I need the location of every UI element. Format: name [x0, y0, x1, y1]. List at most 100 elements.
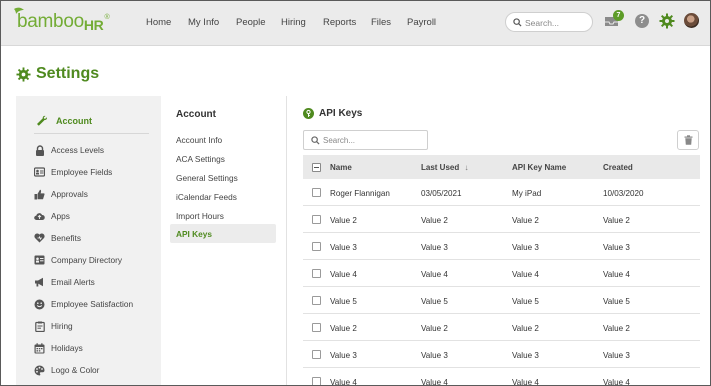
sidebar-item-account[interactable]: Account [36, 111, 148, 131]
nav-hiring[interactable]: Hiring [281, 17, 306, 28]
table-row[interactable]: Value 4 Value 4 Value 4 Value 4 [303, 260, 700, 287]
select-all-checkbox[interactable] [312, 163, 321, 172]
nav-reports[interactable]: Reports [323, 17, 356, 28]
row-checkbox[interactable] [312, 269, 321, 278]
user-avatar[interactable] [684, 13, 699, 28]
row-checkbox[interactable] [312, 377, 321, 385]
cell-last-used: Value 5 [421, 297, 448, 306]
cell-api-key-name: My iPad [512, 189, 542, 198]
global-search-box[interactable] [505, 12, 593, 32]
row-checkbox[interactable] [312, 296, 321, 305]
row-checkbox[interactable] [312, 215, 321, 224]
cell-api-key-name: Value 5 [512, 297, 539, 306]
subnav-general-settings[interactable]: General Settings [176, 173, 238, 183]
nav-my-info[interactable]: My Info [188, 17, 219, 28]
nav-files[interactable]: Files [371, 17, 391, 28]
global-search-input[interactable] [525, 16, 589, 29]
api-key-icon [303, 108, 314, 119]
column-header-name[interactable]: Name [330, 163, 352, 172]
trash-icon [684, 135, 692, 145]
sidebar-item-label: Employee Satisfaction [51, 299, 134, 309]
nav-payroll[interactable]: Payroll [407, 17, 436, 28]
column-divider [286, 96, 287, 385]
cell-name: Roger Flannigan [330, 189, 390, 198]
table-row[interactable]: Value 3 Value 3 Value 3 Value 3 [303, 341, 700, 368]
cell-last-used: Value 3 [421, 243, 448, 252]
wrench-icon [37, 115, 47, 126]
row-checkbox[interactable] [312, 242, 321, 251]
cell-last-used: Value 4 [421, 378, 448, 386]
section-title: API Keys [303, 108, 362, 119]
api-keys-search-box[interactable] [303, 130, 428, 150]
cell-last-used: Value 2 [421, 216, 448, 225]
cell-api-key-name: Value 4 [512, 270, 539, 279]
app-window: bamboo HR ® Home My Info People Hiring Rep… [0, 0, 711, 386]
cell-last-used: 03/05/2021 [421, 189, 462, 198]
subnav-heading: Account [176, 109, 216, 120]
sidebar-item-benefits[interactable]: Benefits [34, 231, 81, 245]
clipboard-icon [34, 321, 45, 332]
subnav-aca-settings[interactable]: ACA Settings [176, 154, 225, 164]
employee-fields-icon [34, 167, 45, 178]
delete-button[interactable] [677, 130, 699, 150]
sidebar-item-approvals[interactable]: Approvals [34, 187, 88, 201]
column-header-last-used[interactable]: Last Used ↓ [421, 163, 468, 172]
sidebar-item-employee-fields[interactable]: Employee Fields [34, 165, 112, 179]
subnav-api-keys[interactable]: API Keys [176, 229, 212, 239]
nav-home[interactable]: Home [146, 17, 171, 28]
account-subnav: Account Account Info ACA Settings Genera… [161, 96, 286, 385]
cell-name: Value 2 [330, 324, 357, 333]
cell-name: Value 3 [330, 351, 357, 360]
sidebar-item-holidays[interactable]: Holidays [34, 341, 83, 355]
page-title: Settings [16, 65, 99, 83]
table-row[interactable]: Value 2 Value 2 Value 2 Value 2 [303, 314, 700, 341]
table-row[interactable]: Value 2 Value 2 Value 2 Value 2 [303, 206, 700, 233]
sidebar-item-email-alerts[interactable]: Email Alerts [34, 275, 95, 289]
cell-created: Value 5 [603, 297, 630, 306]
sidebar-item-hiring[interactable]: Hiring [34, 319, 73, 333]
sidebar-item-employee-satisfaction[interactable]: Employee Satisfaction [34, 297, 133, 311]
column-header-last-used-label: Last Used [421, 163, 460, 172]
cell-name: Value 3 [330, 243, 357, 252]
row-checkbox[interactable] [312, 188, 321, 197]
table-row[interactable]: Value 5 Value 5 Value 5 Value 5 [303, 287, 700, 314]
sidebar-item-access-levels[interactable]: Access Levels [34, 143, 104, 157]
sidebar-item-label: Apps [51, 211, 70, 221]
sidebar-item-company-directory[interactable]: Company Directory [34, 253, 122, 267]
subnav-import-hours[interactable]: Import Hours [176, 211, 224, 221]
cell-api-key-name: Value 4 [512, 378, 539, 386]
column-header-api-key-name[interactable]: API Key Name [512, 163, 566, 172]
settings-gear-icon[interactable] [659, 13, 675, 29]
cell-name: Value 5 [330, 297, 357, 306]
cell-api-key-name: Value 3 [512, 351, 539, 360]
cell-last-used: Value 3 [421, 351, 448, 360]
api-keys-search-input[interactable] [323, 134, 423, 147]
cell-created: Value 4 [603, 270, 630, 279]
bamboohr-logo[interactable]: bamboo HR ® [13, 7, 110, 33]
column-header-created[interactable]: Created [603, 163, 633, 172]
subnav-account-info[interactable]: Account Info [176, 135, 222, 145]
palette-icon [34, 365, 45, 376]
sidebar-item-label: Hiring [51, 321, 73, 331]
cell-created: Value 2 [603, 216, 630, 225]
search-icon [311, 136, 320, 145]
cell-created: Value 3 [603, 351, 630, 360]
sidebar-item-apps[interactable]: Apps [34, 209, 70, 223]
row-checkbox[interactable] [312, 350, 321, 359]
cell-last-used: Value 2 [421, 324, 448, 333]
section-title-text: API Keys [319, 108, 363, 119]
cloud-icon [34, 211, 45, 222]
subnav-icalendar-feeds[interactable]: iCalendar Feeds [176, 192, 237, 202]
sidebar-item-logo-color[interactable]: Logo & Color [34, 363, 99, 377]
inbox-button[interactable]: 7 [604, 10, 624, 32]
row-checkbox[interactable] [312, 323, 321, 332]
cell-created: Value 2 [603, 324, 630, 333]
cell-name: Value 2 [330, 216, 357, 225]
table-row[interactable]: Value 3 Value 3 Value 3 Value 3 [303, 233, 700, 260]
table-row[interactable]: Value 4 Value 4 Value 4 Value 4 [303, 368, 700, 386]
sidebar-divider [34, 133, 149, 134]
help-button[interactable]: ? [635, 14, 649, 28]
nav-people[interactable]: People [236, 17, 266, 28]
table-row[interactable]: Roger Flannigan 03/05/2021 My iPad 10/03/20… [303, 179, 700, 206]
settings-sidebar: Account Access Levels Employee Fields Ap… [16, 96, 161, 385]
